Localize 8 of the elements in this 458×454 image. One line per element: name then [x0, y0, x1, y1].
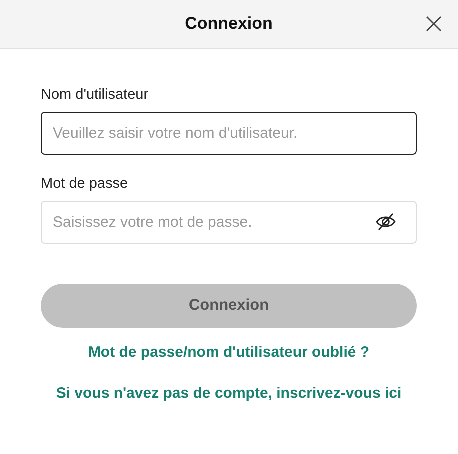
text-link[interactable]: Si vous n'avez pas de compte, inscrivez-vous ici — [56, 385, 402, 402]
field-label: Nom d'utilisateur — [41, 87, 150, 103]
text-link[interactable]: Mot de passe/nom d'utilisateur oublié ? — [88, 344, 370, 361]
username-field[interactable]: Veuillez saisir votre nom d'utilisateur. — [41, 112, 417, 155]
password-field[interactable]: Saisissez votre mot de passe. — [41, 201, 417, 244]
field-label: Mot de passe — [41, 176, 130, 192]
window-title: Connexion — [185, 14, 273, 34]
eye-slash-icon[interactable] — [375, 211, 397, 233]
